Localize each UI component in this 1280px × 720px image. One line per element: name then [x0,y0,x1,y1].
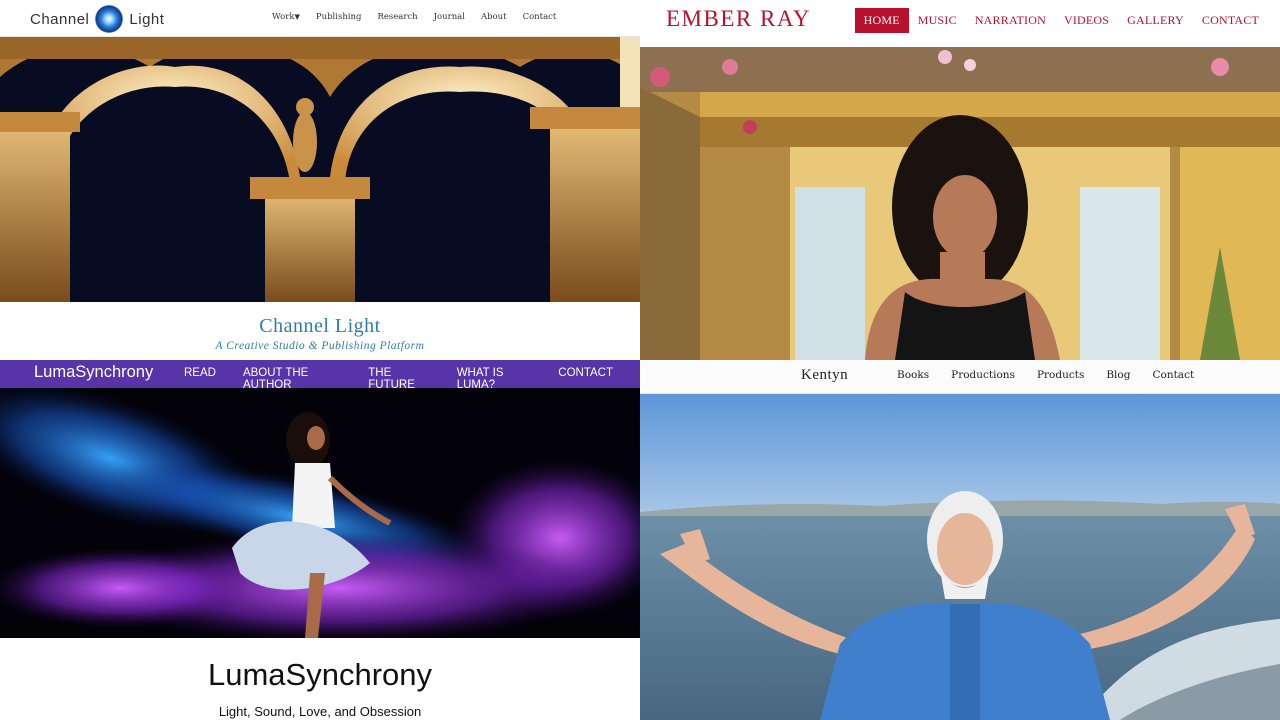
nav-item-productions[interactable]: Productions [951,369,1015,381]
site-header: EMBER RAY HOME MUSIC NARRATION VIDEOS GA… [640,0,1280,47]
dancer-light-particles-image [0,388,640,638]
nav-item-products[interactable]: Products [1037,369,1084,381]
nav-item-about[interactable]: About [481,12,507,22]
page-subtitle: A Creative Studio & Publishing Platform [215,340,425,352]
nav-item-gallery[interactable]: GALLERY [1118,8,1193,33]
luma-synchrony-page: LumaSynchrony READ ABOUT THE AUTHOR THE … [0,360,640,720]
page-title: LumaSynchrony [207,657,432,692]
nav-item-narration[interactable]: NARRATION [966,8,1055,33]
page-subtitle: Light, Sound, Love, and Obsession [218,704,422,719]
nav-item-blog[interactable]: Blog [1106,369,1130,381]
ember-ray-page: EMBER RAY HOME MUSIC NARRATION VIDEOS GA… [640,0,1280,360]
hero-image [0,388,640,638]
hero-slideshow[interactable] [0,37,640,302]
starburst-icon [95,5,124,33]
palace-arches-image [0,37,640,302]
nav-item-publishing[interactable]: Publishing [316,12,362,22]
site-logo[interactable]: LumaSynchrony [34,363,153,382]
nav-item-work[interactable]: Work▼ [272,12,300,22]
site-header: Channel Light Work▼ Publishing Research … [0,0,640,37]
page-title: Channel Light [259,315,381,337]
singer-portrait-image [640,47,1280,360]
logo-text-left: Channel [30,10,90,28]
man-at-beach-image [640,394,1280,720]
site-logo[interactable]: EMBER RAY [666,6,811,32]
site-header: Kentyn Books Productions Products Blog C… [640,360,1280,394]
logo-text-right: Light [129,10,165,28]
nav-item-research[interactable]: Research [377,12,417,22]
nav-label: Work [272,12,295,22]
main-nav: Work▼ Publishing Research Journal About … [272,12,556,22]
main-nav: HOME MUSIC NARRATION VIDEOS GALLERY CONT… [854,8,1268,33]
chevron-down-icon: ▼ [294,13,300,21]
site-logo[interactable]: Channel Light [30,4,164,34]
hero-caption: Channel Light A Creative Studio & Publis… [0,302,640,360]
hero-image [640,394,1280,720]
site-logo[interactable]: Kentyn [801,367,848,384]
channel-light-page: Channel Light Work▼ Publishing Research … [0,0,640,360]
kentyn-page: Kentyn Books Productions Products Blog C… [640,360,1280,720]
nav-item-music[interactable]: MUSIC [909,8,966,33]
nav-item-journal[interactable]: Journal [434,12,465,22]
main-nav: Books Productions Products Blog Contact [897,369,1216,381]
nav-item-books[interactable]: Books [897,369,929,381]
hero-image [640,47,1280,360]
hero-caption: LumaSynchrony Light, Sound, Love, and Ob… [0,638,640,720]
nav-item-videos[interactable]: VIDEOS [1055,8,1118,33]
site-header: LumaSynchrony READ ABOUT THE AUTHOR THE … [0,360,640,391]
nav-item-contact[interactable]: Contact [523,12,557,22]
nav-item-contact[interactable]: CONTACT [1193,8,1268,33]
nav-item-contact[interactable]: Contact [1152,369,1194,381]
nav-item-home[interactable]: HOME [854,8,909,33]
